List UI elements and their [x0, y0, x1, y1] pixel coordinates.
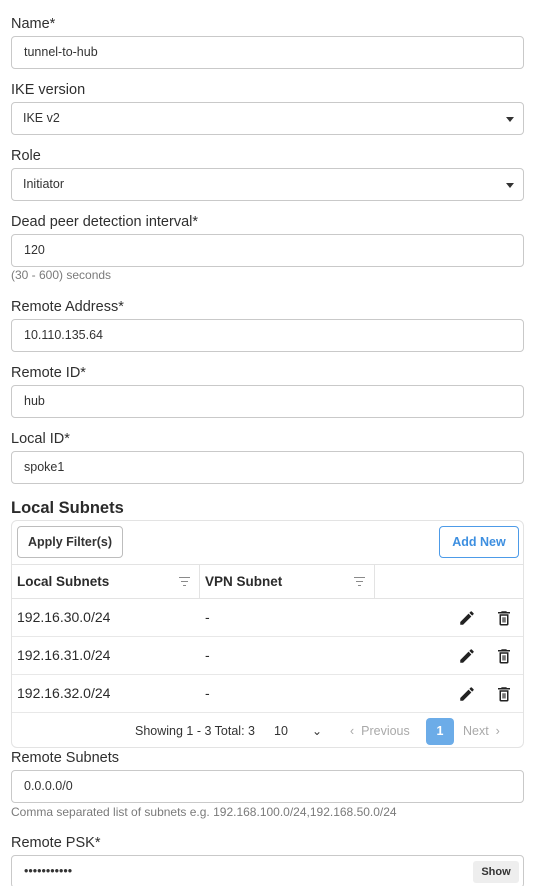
name-label: Name* [11, 16, 56, 32]
ike-version-label: IKE version [11, 82, 86, 98]
pagination-summary: Showing 1 - 3 Total: 3 [135, 724, 255, 738]
chevron-right-icon: › [495, 724, 500, 738]
trash-icon[interactable] [495, 647, 513, 665]
local-id-input[interactable]: spoke1 [11, 451, 524, 484]
remote-id-value: hub [24, 394, 45, 408]
dpd-value: 120 [24, 243, 45, 257]
local-subnet-cell: 192.16.32.0/24 [17, 685, 111, 701]
remote-psk-label: Remote PSK* [11, 835, 101, 851]
trash-icon[interactable] [495, 685, 513, 703]
local-id-label: Local ID* [11, 431, 70, 447]
column-header-vpn-subnet[interactable]: VPN Subnet [200, 565, 375, 598]
caret-down-icon [506, 183, 514, 188]
local-subnet-cell: 192.16.30.0/24 [17, 609, 111, 625]
remote-address-value: 10.110.135.64 [24, 328, 104, 342]
ike-version-select[interactable]: IKE v2 [11, 102, 524, 135]
column-label: Local Subnets [17, 574, 110, 589]
filter-icon[interactable] [179, 577, 190, 586]
table-row: 192.16.30.0/24 - [12, 599, 523, 637]
column-label: VPN Subnet [205, 574, 283, 589]
remote-psk-input[interactable]: ••••••••••• Show [11, 855, 524, 886]
dpd-label: Dead peer detection interval* [11, 214, 199, 230]
column-header-local-subnets[interactable]: Local Subnets [12, 565, 200, 598]
chevron-down-icon: ⌄ [311, 724, 322, 738]
remote-subnets-input[interactable]: 0.0.0.0/0 [11, 770, 524, 803]
vpn-subnet-cell: - [205, 609, 210, 625]
dpd-input[interactable]: 120 [11, 234, 524, 267]
local-subnet-cell: 192.16.31.0/24 [17, 647, 111, 663]
next-label: Next [463, 724, 489, 738]
page-size-value: 10 [274, 724, 288, 738]
pencil-icon[interactable] [458, 609, 476, 627]
remote-id-input[interactable]: hub [11, 385, 524, 418]
vpn-subnet-cell: - [205, 647, 210, 663]
local-subnets-title: Local Subnets [11, 499, 124, 517]
remote-subnets-value: 0.0.0.0/0 [24, 779, 73, 793]
previous-page-button[interactable]: ‹ Previous [350, 724, 410, 738]
role-value: Initiator [23, 177, 64, 191]
role-select[interactable]: Initiator [11, 168, 524, 201]
next-page-button[interactable]: Next › [463, 724, 500, 738]
dpd-hint: (30 - 600) seconds [11, 268, 112, 282]
apply-filters-button[interactable]: Apply Filter(s) [17, 526, 123, 558]
local-id-value: spoke1 [24, 460, 65, 474]
ike-version-value: IKE v2 [23, 111, 60, 125]
previous-label: Previous [361, 724, 410, 738]
role-label: Role [11, 148, 41, 164]
vpn-subnet-cell: - [205, 685, 210, 701]
remote-subnets-label: Remote Subnets [11, 750, 120, 766]
name-input[interactable]: tunnel-to-hub [11, 36, 524, 69]
name-value: tunnel-to-hub [24, 45, 98, 59]
remote-subnets-hint: Comma separated list of subnets e.g. 192… [11, 805, 397, 819]
column-header-actions [375, 565, 523, 598]
table-row: 192.16.31.0/24 - [12, 637, 523, 675]
table-header: Local Subnets VPN Subnet [12, 564, 523, 599]
caret-down-icon [506, 117, 514, 122]
filter-icon[interactable] [354, 577, 365, 586]
pagination: Showing 1 - 3 Total: 3 10 ⌄ ‹ Previous 1… [12, 714, 523, 748]
remote-address-input[interactable]: 10.110.135.64 [11, 319, 524, 352]
pencil-icon[interactable] [458, 685, 476, 703]
remote-psk-value: ••••••••••• [24, 864, 73, 878]
table-row: 192.16.32.0/24 - [12, 675, 523, 713]
pencil-icon[interactable] [458, 647, 476, 665]
page-1-button[interactable]: 1 [426, 718, 454, 745]
page-size-select[interactable]: 10 ⌄ [274, 724, 322, 738]
chevron-left-icon: ‹ [350, 724, 355, 738]
show-password-button[interactable]: Show [473, 861, 519, 883]
remote-id-label: Remote ID* [11, 365, 86, 381]
add-new-button[interactable]: Add New [439, 526, 519, 558]
trash-icon[interactable] [495, 609, 513, 627]
remote-address-label: Remote Address* [11, 299, 124, 315]
local-subnets-table: Apply Filter(s) Add New Local Subnets VP… [11, 520, 524, 748]
